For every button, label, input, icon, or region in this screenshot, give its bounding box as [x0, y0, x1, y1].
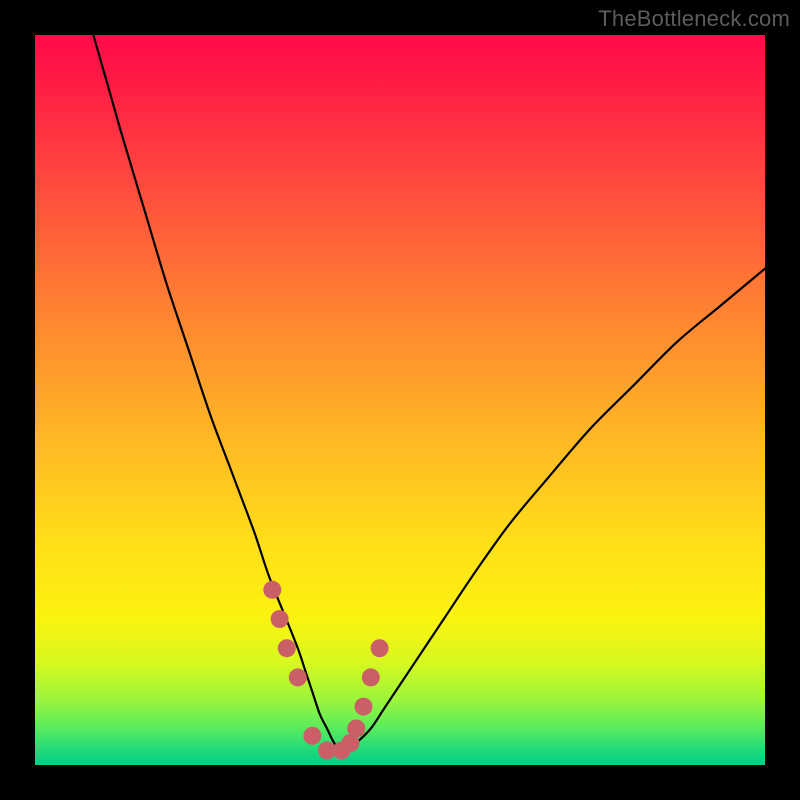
marker-point: [362, 668, 380, 686]
plot-area: [35, 35, 765, 765]
marker-point: [271, 610, 289, 628]
marker-point: [263, 581, 281, 599]
marker-point: [303, 727, 321, 745]
marker-point: [347, 720, 365, 738]
marker-point: [278, 639, 296, 657]
bottleneck-curve: [93, 35, 765, 751]
chart-svg: [35, 35, 765, 765]
marker-point: [371, 639, 389, 657]
chart-frame: TheBottleneck.com: [0, 0, 800, 800]
watermark-text: TheBottleneck.com: [598, 6, 790, 32]
marker-point: [355, 698, 373, 716]
marker-point: [289, 668, 307, 686]
